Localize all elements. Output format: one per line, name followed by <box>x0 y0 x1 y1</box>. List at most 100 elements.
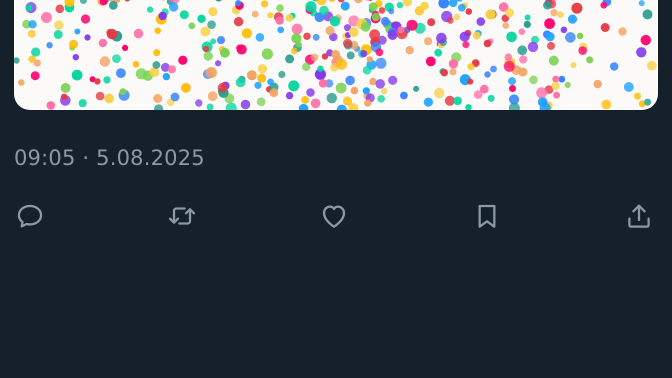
confetti-dot <box>71 69 83 81</box>
confetti-dot <box>593 79 602 89</box>
confetti-dot <box>84 34 91 41</box>
confetti-dot <box>423 97 433 107</box>
retweet-button[interactable] <box>162 196 202 236</box>
confetti-dot <box>550 9 558 17</box>
confetti-dot <box>14 57 20 64</box>
confetti-dot <box>406 19 418 31</box>
confetti-dot <box>236 44 247 55</box>
confetti-dot <box>74 28 81 35</box>
confetti-dot <box>215 0 222 2</box>
confetti-dot <box>202 45 210 53</box>
confetti-dot <box>465 104 472 110</box>
confetti-dot <box>340 1 350 11</box>
confetti-dot <box>424 37 433 46</box>
post-timestamp[interactable]: 09:05 · 5.08.2025 <box>14 146 205 170</box>
confetti-dot <box>483 39 492 48</box>
confetti-dot <box>647 60 657 71</box>
confetti-dot <box>61 93 68 101</box>
confetti-dot <box>28 20 37 29</box>
confetti-dot <box>354 0 363 4</box>
confetti-dot <box>135 68 147 80</box>
bookmark-button[interactable] <box>467 196 507 236</box>
confetti-dot <box>508 77 516 86</box>
confetti-dot <box>254 81 262 89</box>
confetti-dot <box>508 102 520 110</box>
confetti-dot <box>116 68 126 78</box>
confetti-dot <box>233 17 244 27</box>
confetti-dot <box>449 68 457 76</box>
confetti-dot <box>305 1 317 13</box>
share-button[interactable] <box>619 196 659 236</box>
confetti-dot <box>310 98 321 109</box>
confetti-dot <box>72 54 79 61</box>
speech-bubble-icon <box>17 204 43 228</box>
confetti-dot <box>362 65 372 75</box>
confetti-dot <box>220 47 230 58</box>
confetti-dot <box>33 59 41 67</box>
confetti-dot <box>18 79 25 86</box>
confetti-dot <box>133 28 144 39</box>
confetti-dot <box>547 41 555 50</box>
confetti-dot <box>524 14 531 21</box>
confetti-dot <box>288 80 300 92</box>
confetti-dot <box>98 38 108 48</box>
confetti-dot <box>319 5 329 16</box>
confetti-dot <box>342 96 353 106</box>
like-button[interactable] <box>314 196 354 236</box>
confetti-dot <box>560 26 568 34</box>
confetti-dot <box>558 75 566 83</box>
confetti-dot <box>108 1 118 10</box>
confetti-dot <box>27 29 36 38</box>
confetti-dot <box>295 41 302 48</box>
confetti-dot <box>132 61 140 68</box>
confetti-dot <box>544 18 555 29</box>
confetti-dot <box>388 8 395 15</box>
confetti-dot <box>368 2 378 12</box>
confetti-dot <box>168 2 179 12</box>
confetti-dot <box>276 4 284 12</box>
confetti-dot <box>548 55 559 66</box>
confetti-dot <box>25 4 33 12</box>
post-detail-screen: 09:05 · 5.08.2025 <box>0 0 672 378</box>
confetti-dot <box>69 39 79 49</box>
confetti-dot <box>275 16 284 25</box>
confetti-dot <box>387 30 398 40</box>
retweet-icon <box>168 207 196 225</box>
confetti-dot <box>448 59 459 69</box>
confetti-dot <box>576 32 584 40</box>
confetti-dot <box>552 75 560 83</box>
confetti-dot <box>536 87 548 99</box>
confetti-dot <box>567 14 578 24</box>
confetti-dot <box>310 53 319 62</box>
confetti-dot <box>203 51 213 61</box>
confetti-dot <box>302 62 311 72</box>
confetti-dot <box>420 1 429 11</box>
confetti-dot <box>153 94 163 103</box>
confetti-image <box>14 0 657 110</box>
confetti-dot <box>618 27 627 36</box>
reply-button[interactable] <box>10 196 50 236</box>
confetti-dot <box>154 104 164 110</box>
post-image[interactable] <box>14 0 658 110</box>
confetti-dot <box>487 94 495 102</box>
confetti-dot <box>434 48 443 57</box>
confetti-dot <box>94 78 101 85</box>
confetti-dot <box>449 0 458 8</box>
confetti-dot <box>261 48 273 60</box>
confetti-dot <box>578 46 587 55</box>
confetti-dot <box>586 56 594 64</box>
confetti-dot <box>146 6 154 13</box>
confetti-dot <box>167 65 176 74</box>
confetti-dot <box>375 79 386 89</box>
confetti-dot <box>402 0 412 7</box>
confetti-dot <box>459 31 470 42</box>
confetti-dot <box>256 97 266 107</box>
confetti-dot <box>623 82 634 92</box>
confetti-dot <box>440 69 448 77</box>
confetti-dot <box>54 20 64 30</box>
confetti-dot <box>529 75 538 85</box>
confetti-dot <box>216 36 226 45</box>
confetti-dot <box>55 4 65 14</box>
confetti-dot <box>505 8 515 18</box>
confetti-dot <box>425 56 436 67</box>
